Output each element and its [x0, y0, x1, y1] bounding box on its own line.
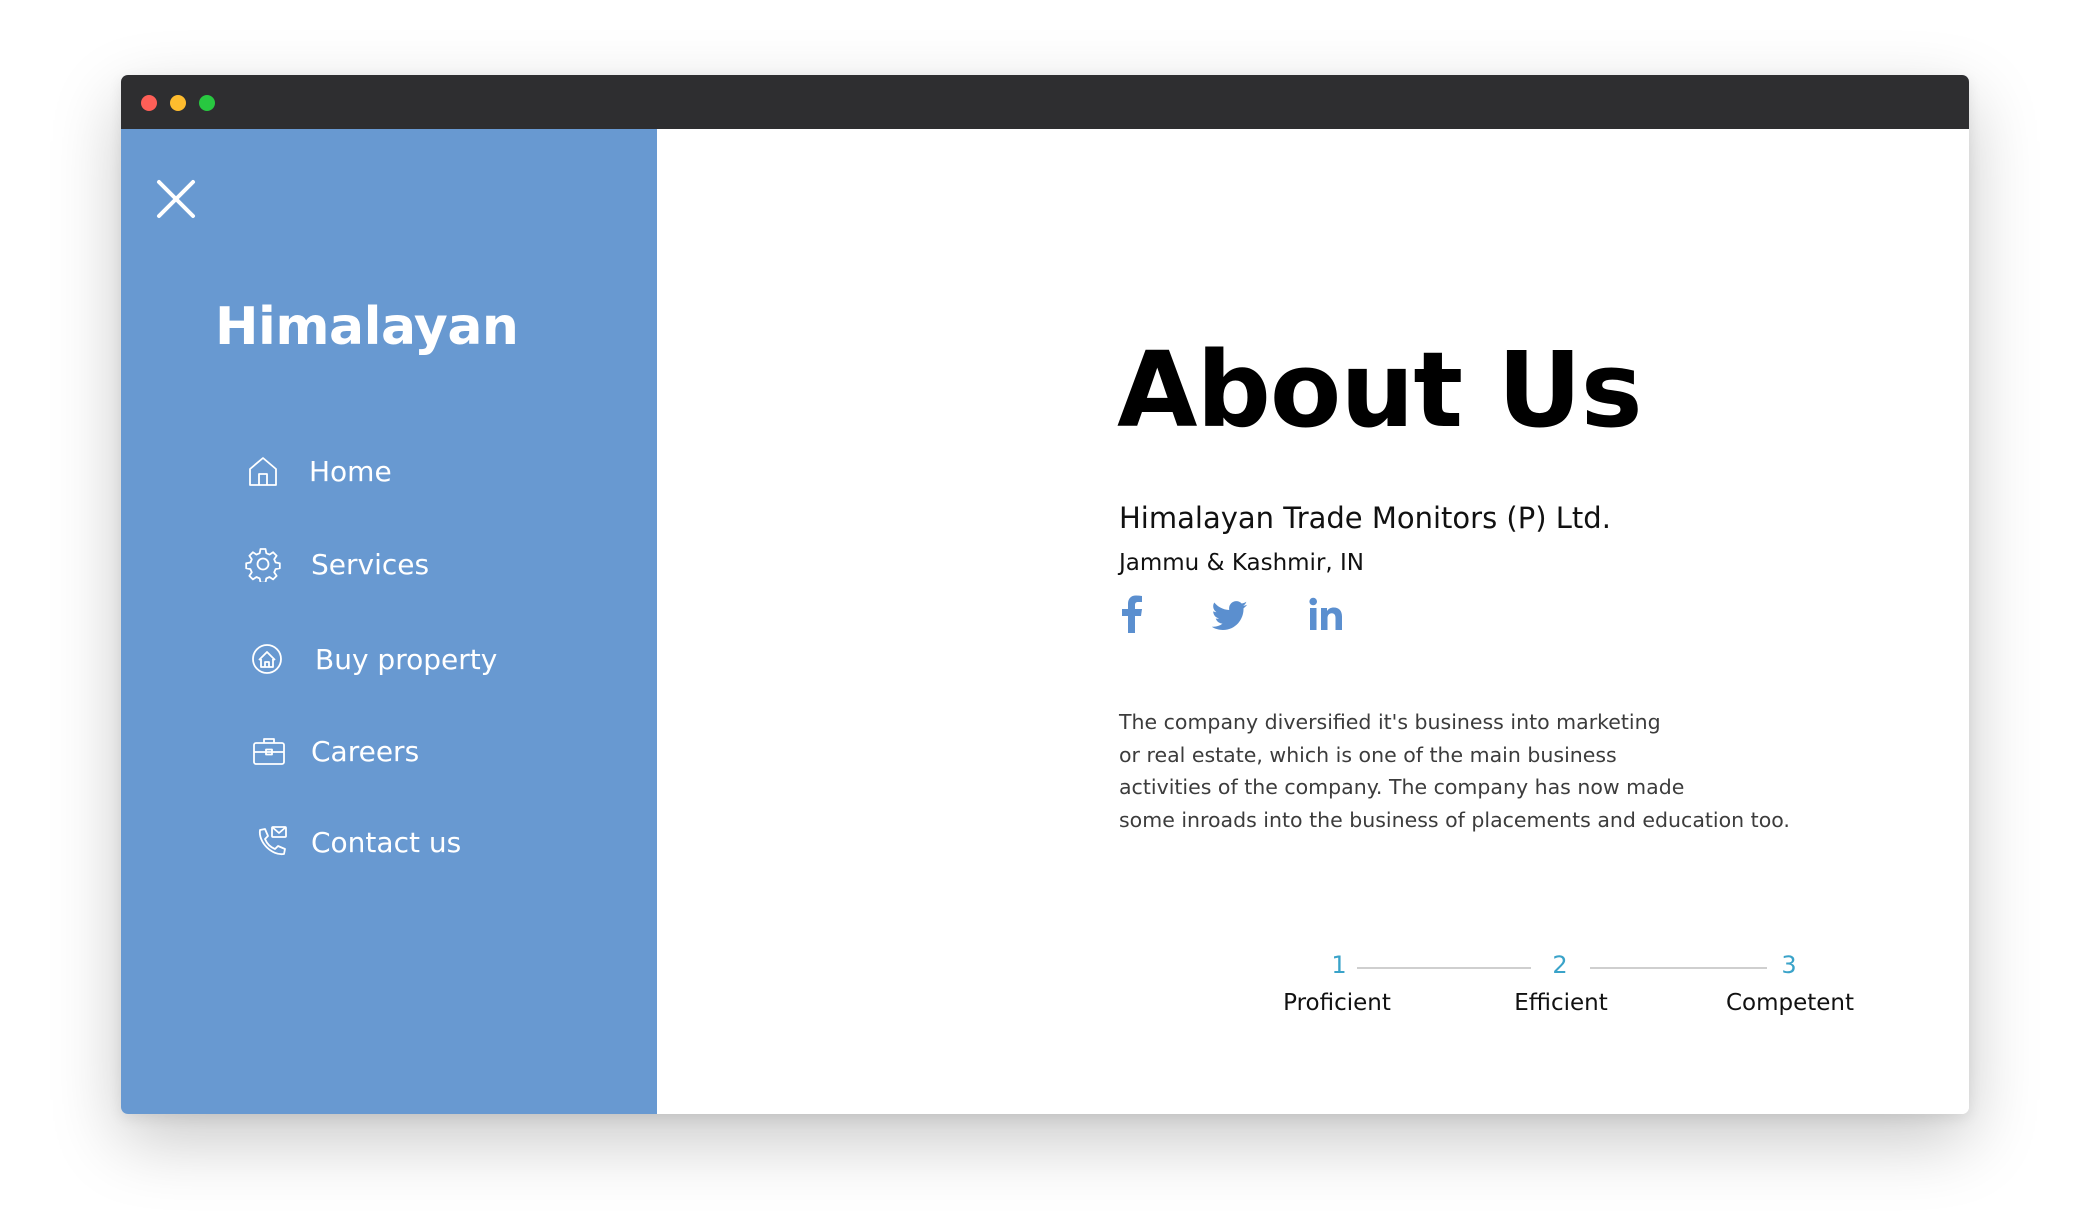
home-icon	[245, 453, 281, 489]
property-icon	[249, 641, 285, 677]
sidebar-item-label: Buy property	[315, 642, 498, 676]
window-close-button[interactable]	[141, 95, 157, 111]
about-content: About Us Himalayan Trade Monitors (P) Lt…	[657, 129, 1969, 1114]
close-icon[interactable]	[155, 178, 197, 220]
description-line: The company diversified it's business in…	[1119, 710, 1661, 734]
description-line: activities of the company. The company h…	[1119, 775, 1685, 799]
sidebar-item-home[interactable]: Home	[245, 453, 392, 489]
brand-title: Himalayan	[215, 297, 519, 357]
step-number-2: 2	[1552, 951, 1568, 979]
sidebar-item-label: Careers	[311, 734, 420, 768]
step-connector	[1357, 967, 1531, 969]
sidebar-menu: Himalayan Home Services Buy property Car…	[121, 129, 657, 1114]
sidebar-item-label: Contact us	[311, 825, 462, 859]
facebook-icon[interactable]	[1121, 595, 1143, 635]
step-connector	[1590, 967, 1767, 969]
window-maximize-button[interactable]	[199, 95, 215, 111]
step-label-competent: Competent	[1725, 990, 1855, 1016]
sidebar-item-services[interactable]: Services	[245, 546, 429, 582]
browser-window: Himalayan Home Services Buy property Car…	[121, 75, 1969, 1114]
step-label-efficient: Efficient	[1514, 990, 1608, 1016]
company-name: Himalayan Trade Monitors (P) Ltd.	[1119, 501, 1611, 535]
phone-mail-icon	[253, 824, 289, 860]
sidebar-item-contact-us[interactable]: Contact us	[253, 824, 461, 860]
page-title: About Us	[1117, 329, 1643, 451]
sidebar-item-label: Services	[311, 547, 430, 581]
step-number-1: 1	[1331, 951, 1347, 979]
window-minimize-button[interactable]	[170, 95, 186, 111]
window-titlebar	[121, 75, 1969, 129]
briefcase-icon	[251, 733, 287, 769]
company-location: Jammu & Kashmir, IN	[1119, 550, 1365, 576]
linkedin-icon[interactable]	[1309, 597, 1343, 637]
sidebar-item-buy-property[interactable]: Buy property	[249, 641, 497, 677]
sidebar-item-careers[interactable]: Careers	[251, 733, 419, 769]
twitter-icon[interactable]	[1212, 601, 1248, 641]
description-line: or real estate, which is one of the main…	[1119, 742, 1617, 767]
sidebar-item-label: Home	[309, 454, 392, 488]
company-description: The company diversified it's business in…	[1119, 706, 1819, 836]
step-label-proficient: Proficient	[1283, 990, 1391, 1016]
description-line: some inroads into the business of placem…	[1119, 807, 1790, 832]
gear-icon	[245, 546, 281, 582]
step-number-3: 3	[1781, 951, 1797, 979]
